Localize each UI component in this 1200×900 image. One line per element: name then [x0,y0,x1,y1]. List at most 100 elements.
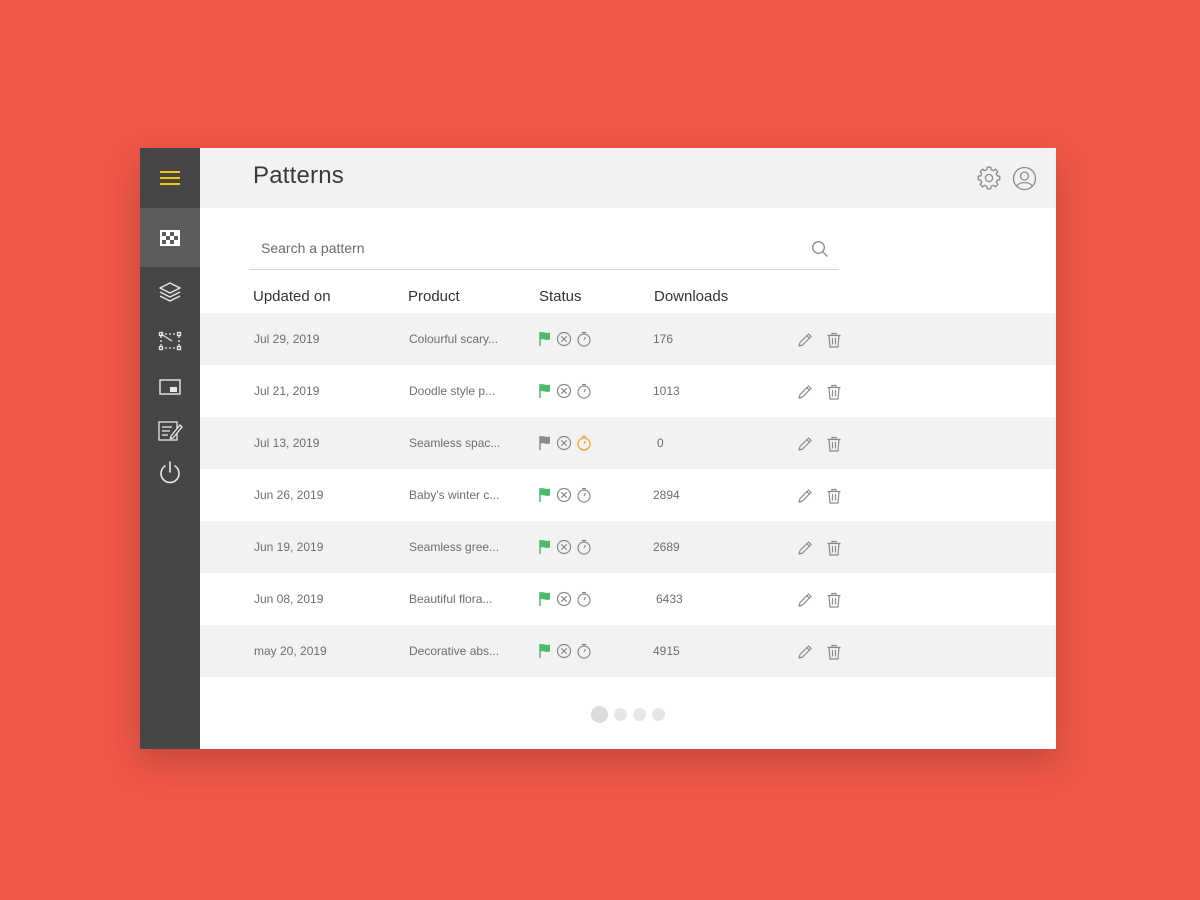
delete-button[interactable] [826,592,842,608]
row-product: Baby's winter c... [409,488,500,502]
row-actions [797,436,855,452]
table-row[interactable]: Jul 21, 2019 Doodle style p... 1013 [200,365,1056,417]
row-product: Colourful scary... [409,332,499,346]
row-date: may 20, 2019 [254,644,327,658]
sidebar-item-edit-notes[interactable] [140,408,200,454]
timer-icon[interactable] [576,331,592,347]
menu-button[interactable] [140,148,200,207]
cancel-icon[interactable] [556,435,572,451]
row-status [538,383,596,399]
search-input[interactable] [249,229,799,267]
trash-icon [827,644,841,660]
edit-button[interactable] [797,332,813,348]
transform-icon [158,331,182,351]
flag-icon[interactable] [538,539,552,555]
page-dot-4[interactable] [652,708,665,721]
cancel-icon[interactable] [556,591,572,607]
sidebar-item-transform[interactable] [140,318,200,364]
cancel-icon[interactable] [556,331,572,347]
pagination [591,706,671,723]
row-product: Decorative abs... [409,644,500,658]
pencil-icon [798,385,812,399]
header-bar: Patterns [200,148,1056,208]
flag-icon[interactable] [538,591,552,607]
row-downloads: 4915 [653,644,680,658]
sidebar-item-picture[interactable] [140,364,200,410]
edit-button[interactable] [797,436,813,452]
sidebar-item-layers[interactable] [140,269,200,315]
row-status [538,487,596,503]
column-header-status[interactable]: Status [539,288,582,305]
row-product: Seamless gree... [409,540,500,554]
table-row[interactable]: may 20, 2019 Decorative abs... 4915 [200,625,1056,677]
delete-button[interactable] [826,436,842,452]
row-actions [797,644,855,660]
row-date: Jun 19, 2019 [254,540,324,554]
cancel-icon[interactable] [556,383,572,399]
edit-button[interactable] [797,384,813,400]
cancel-icon[interactable] [556,643,572,659]
flag-icon[interactable] [538,643,552,659]
settings-button[interactable] [976,165,1002,191]
row-status [538,435,596,451]
timer-icon[interactable] [576,383,592,399]
page-dot-2[interactable] [614,708,627,721]
flag-icon[interactable] [538,435,552,451]
page-dot-1[interactable] [591,706,608,723]
cancel-icon[interactable] [556,539,572,555]
flag-icon[interactable] [538,383,552,399]
edit-button[interactable] [797,488,813,504]
trash-icon [827,384,841,400]
gear-icon [977,166,1001,190]
timer-icon[interactable] [576,591,592,607]
row-date: Jul 21, 2019 [254,384,320,398]
delete-button[interactable] [826,384,842,400]
row-actions [797,332,855,348]
cancel-icon[interactable] [556,487,572,503]
row-downloads: 2689 [653,540,680,554]
search-icon[interactable] [811,240,829,258]
sidebar-item-patterns[interactable] [140,208,200,267]
edit-button[interactable] [797,644,813,660]
row-status [538,591,596,607]
timer-icon[interactable] [576,643,592,659]
profile-button[interactable] [1011,165,1037,191]
table-row[interactable]: Jul 29, 2019 Colourful scary... 176 [200,313,1056,365]
pencil-icon [798,333,812,347]
delete-button[interactable] [826,332,842,348]
edit-button[interactable] [797,592,813,608]
row-status [538,331,596,347]
row-product: Seamless spac... [409,436,501,450]
pencil-icon [798,541,812,555]
row-actions [797,384,855,400]
timer-icon[interactable] [576,539,592,555]
flag-icon[interactable] [538,487,552,503]
delete-button[interactable] [826,540,842,556]
edit-notes-icon [158,421,183,441]
column-header-downloads[interactable]: Downloads [654,288,728,305]
timer-icon[interactable] [576,487,592,503]
flag-icon[interactable] [538,331,552,347]
timer-icon[interactable] [576,435,592,451]
checkerboard-icon [160,229,180,246]
column-header-updated[interactable]: Updated on [253,288,331,305]
row-status [538,643,596,659]
page-dot-3[interactable] [633,708,646,721]
sidebar-item-power[interactable] [140,450,200,496]
column-header-product[interactable]: Product [408,288,460,305]
row-product: Beautiful flora... [409,592,493,606]
table-row[interactable]: Jul 13, 2019 Seamless spac... 0 [200,417,1056,469]
row-actions [797,488,855,504]
table-row[interactable]: Jun 08, 2019 Beautiful flora... 6433 [200,573,1056,625]
table-row[interactable]: Jun 26, 2019 Baby's winter c... 2894 [200,469,1056,521]
row-actions [797,540,855,556]
user-icon [1012,166,1036,190]
delete-button[interactable] [826,488,842,504]
edit-button[interactable] [797,540,813,556]
table-body: Jul 29, 2019 Colourful scary... 176 Jul … [200,313,1056,677]
row-date: Jun 26, 2019 [254,488,324,502]
table-row[interactable]: Jun 19, 2019 Seamless gree... 2689 [200,521,1056,573]
pencil-icon [798,593,812,607]
row-status [538,539,596,555]
delete-button[interactable] [826,644,842,660]
